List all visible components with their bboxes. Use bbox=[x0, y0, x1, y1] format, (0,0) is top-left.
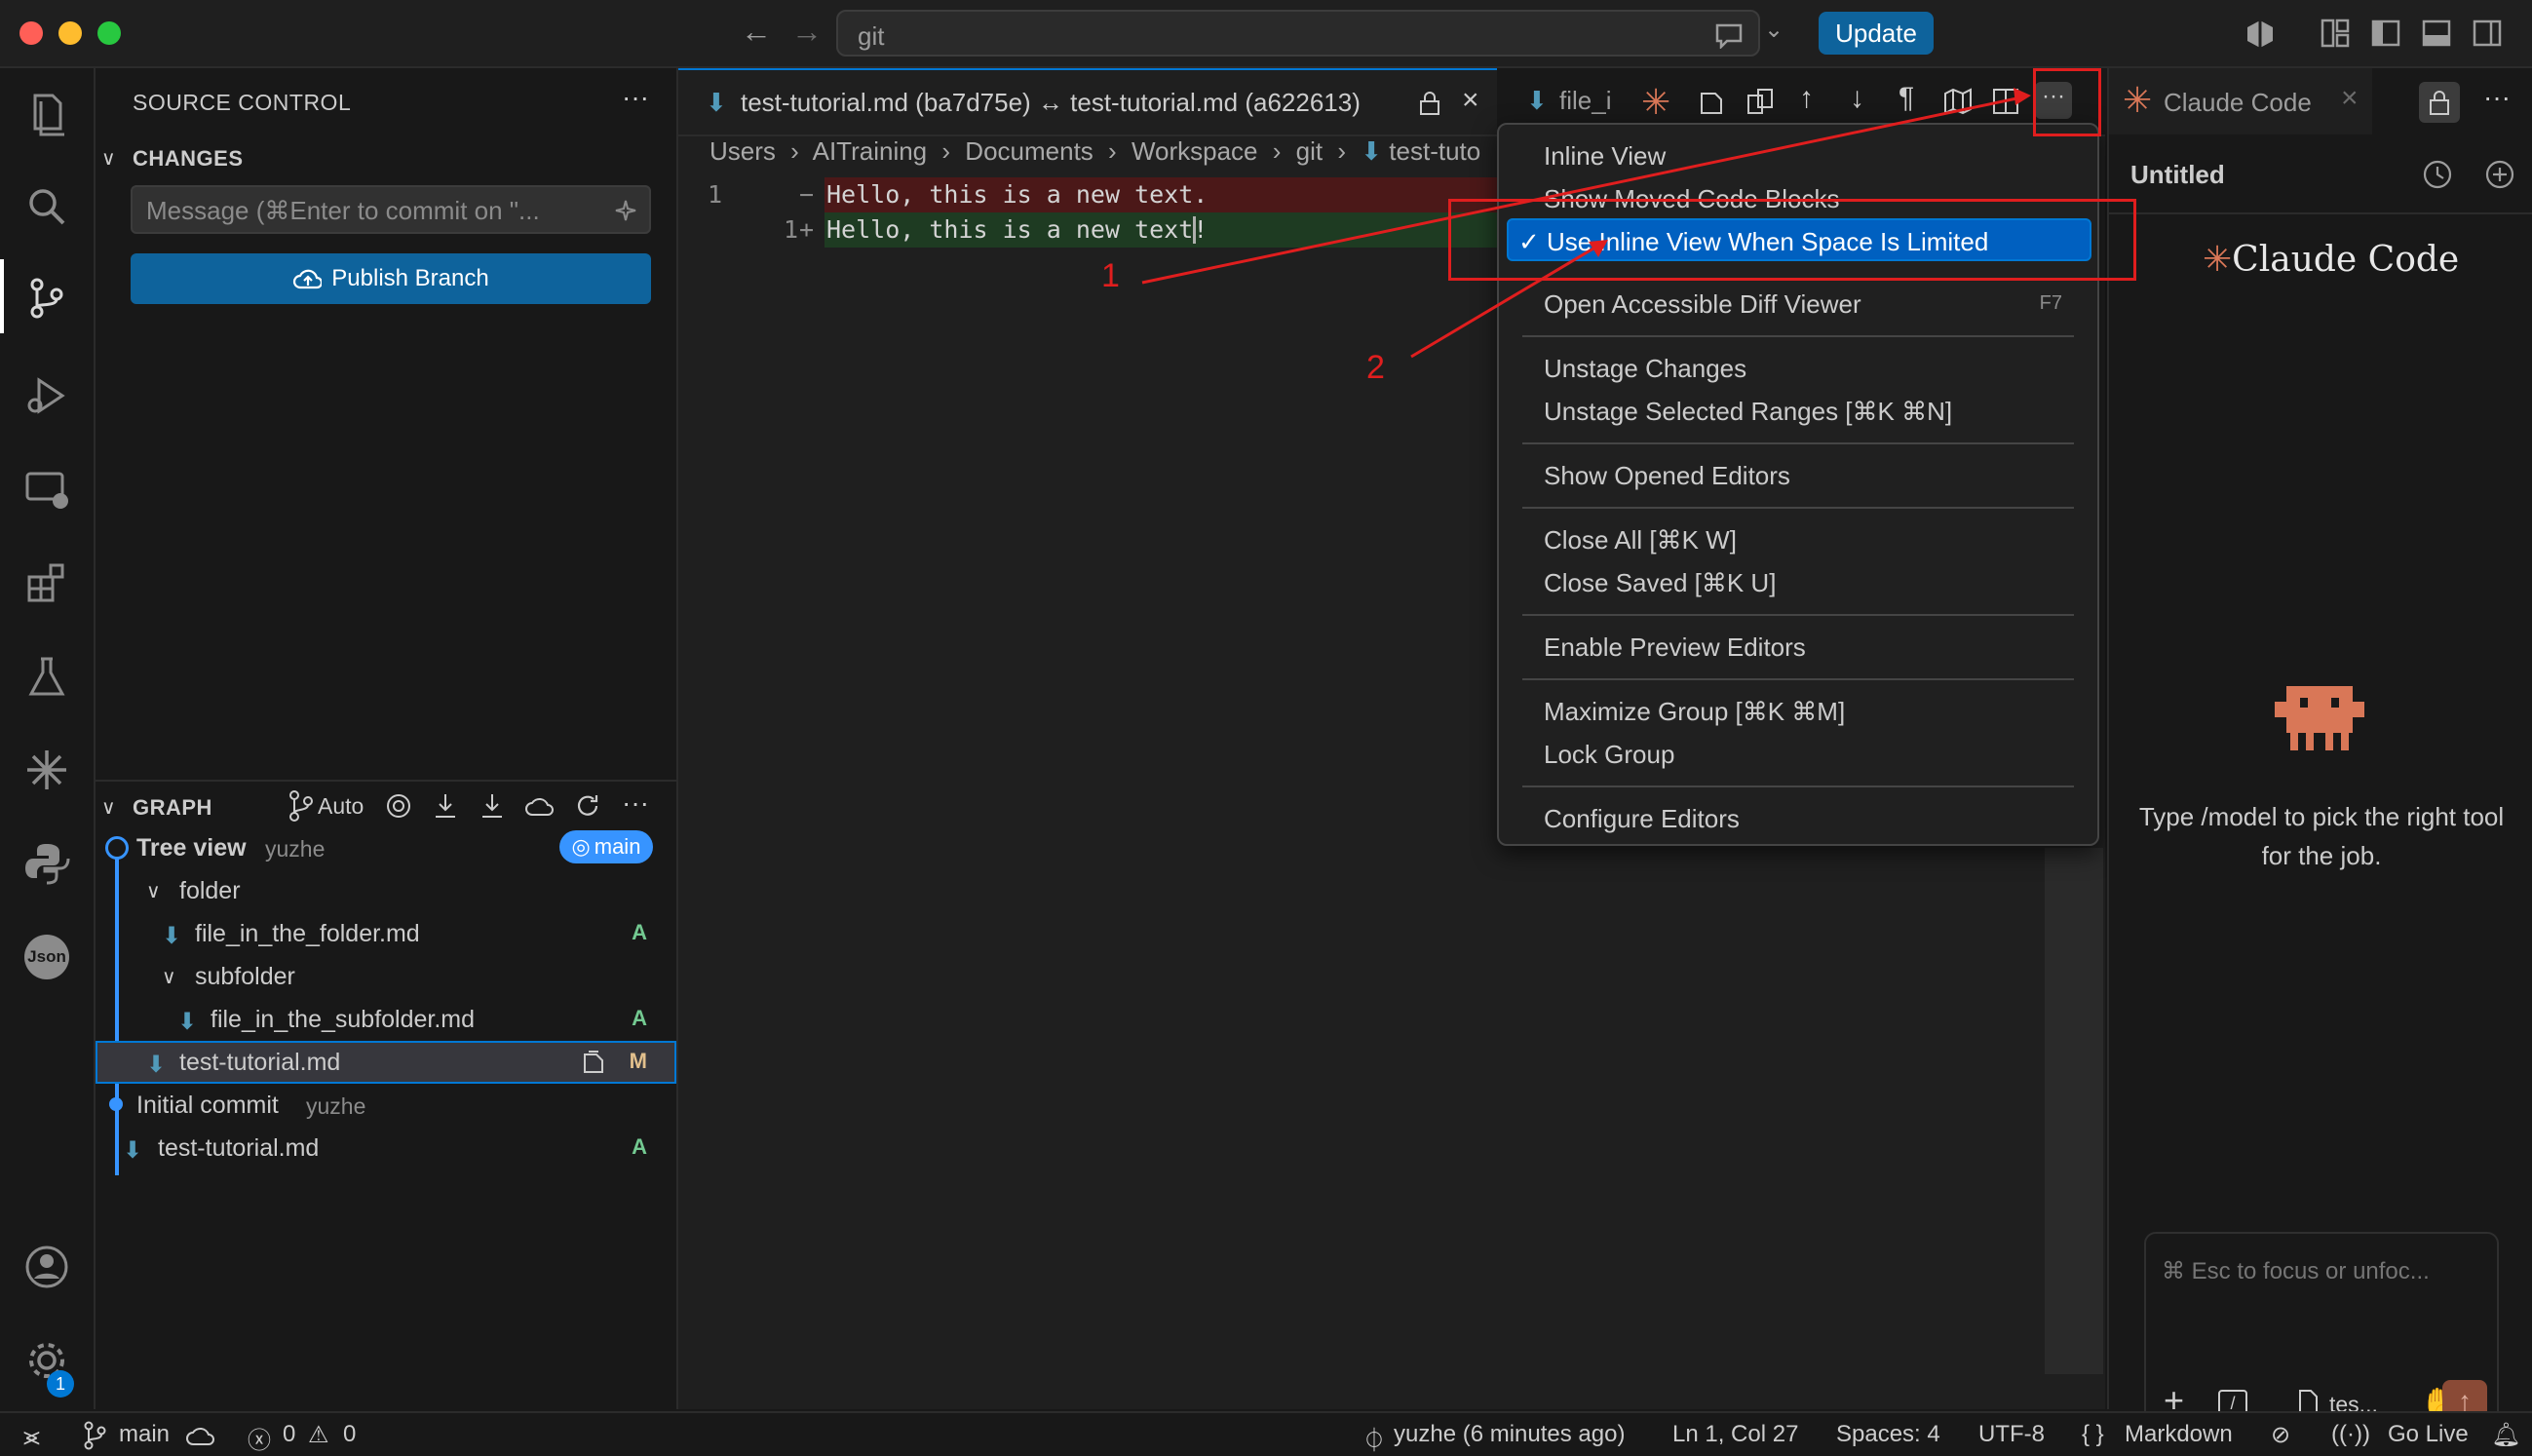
annotation-arrows bbox=[1141, 88, 2031, 359]
annotation-label-2: 2 bbox=[1366, 349, 1385, 386]
annotation-label-1: 1 bbox=[1101, 257, 1120, 294]
